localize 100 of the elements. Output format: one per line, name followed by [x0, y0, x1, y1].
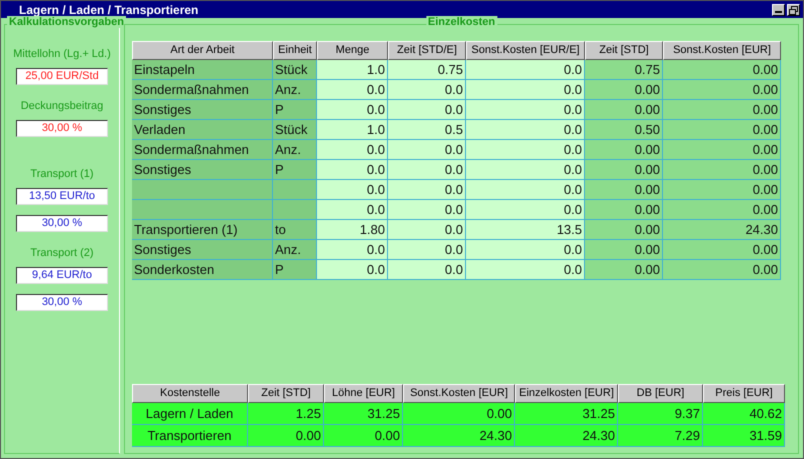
- table-cell: 0.00: [585, 200, 663, 220]
- table-cell: 0.5: [388, 120, 466, 140]
- table-cell: 7.29: [618, 425, 703, 447]
- window-title: Lagern / Laden / Transportieren: [19, 2, 198, 16]
- table-cell: 0.0: [466, 240, 585, 260]
- table-cell: Transportieren: [132, 425, 248, 447]
- input-field[interactable]: 13,50 EUR/to: [16, 188, 108, 205]
- table-cell: 0.00: [248, 425, 324, 447]
- table-cell: P: [273, 100, 317, 120]
- table-cell: 0.75: [585, 60, 663, 80]
- table-cell: 24.30: [663, 220, 781, 240]
- table-cell: 0.0: [466, 200, 585, 220]
- input-field[interactable]: 30,00 %: [16, 294, 108, 311]
- table-cell: 0.0: [388, 80, 466, 100]
- input-field[interactable]: 30,00 %: [16, 120, 108, 137]
- table-cell: 0.0: [388, 160, 466, 180]
- table-cell: Stück: [273, 120, 317, 140]
- table-cell: 24.30: [403, 425, 515, 447]
- table-cell: Sondermaßnahmen: [132, 140, 273, 160]
- table-cell: 24.30: [515, 425, 618, 447]
- column-header[interactable]: Zeit [STD/E]: [388, 41, 466, 60]
- table-cell: 0.00: [585, 80, 663, 100]
- table-cell: 0.0: [388, 260, 466, 280]
- table-cell: [273, 180, 317, 200]
- field-label: Mittellohn (Lg.+ Ld.): [13, 48, 111, 60]
- column-header[interactable]: Sonst.Kosten [EUR/E]: [466, 41, 585, 60]
- minimize-button[interactable]: [772, 4, 785, 16]
- table-cell: Sonstiges: [132, 240, 273, 260]
- column-header[interactable]: DB [EUR]: [618, 384, 703, 403]
- column-header[interactable]: Einzelkosten [EUR]: [515, 384, 618, 403]
- table-cell: 0.00: [663, 60, 781, 80]
- panel-title: Kalkulationsvorgaben: [7, 16, 126, 28]
- column-header[interactable]: Preis [EUR]: [703, 384, 785, 403]
- table-cell: 0.0: [388, 100, 466, 120]
- restore-icon: [789, 6, 798, 14]
- table-cell: 0.00: [663, 80, 781, 100]
- column-header[interactable]: Zeit [STD]: [248, 384, 324, 403]
- table-cell: 0.00: [585, 100, 663, 120]
- column-header[interactable]: Menge: [317, 41, 388, 60]
- panel-title: Einzelkosten: [426, 16, 498, 28]
- table-cell: 0.00: [663, 260, 781, 280]
- table-cell: Anz.: [273, 240, 317, 260]
- column-header[interactable]: Löhne [EUR]: [324, 384, 403, 403]
- table-cell: 0.00: [585, 160, 663, 180]
- minimize-icon: [775, 10, 782, 12]
- table-cell: 0.0: [466, 160, 585, 180]
- table-cell: 0.0: [317, 160, 388, 180]
- table-cell: 0.75: [388, 60, 466, 80]
- table-cell: 9.37: [618, 403, 703, 425]
- table-cell: Einstapeln: [132, 60, 273, 80]
- table-cell: 0.00: [403, 403, 515, 425]
- table-cell: 0.0: [388, 220, 466, 240]
- column-header[interactable]: Sonst.Kosten [EUR]: [403, 384, 515, 403]
- table-cell: 0.0: [466, 260, 585, 280]
- table-cell: 0.00: [663, 160, 781, 180]
- table-cell: 0.00: [663, 180, 781, 200]
- table-cell: 31.59: [703, 425, 785, 447]
- table-cell: 1.0: [317, 60, 388, 80]
- table-cell: 0.0: [317, 240, 388, 260]
- column-header[interactable]: Einheit: [273, 41, 317, 60]
- input-field[interactable]: 9,64 EUR/to: [16, 267, 108, 284]
- table-cell: Sonstiges: [132, 100, 273, 120]
- column-header[interactable]: Art der Arbeit: [132, 41, 273, 60]
- column-header[interactable]: Zeit [STD]: [585, 41, 663, 60]
- table-cell: 0.00: [663, 240, 781, 260]
- table-cell: 13.5: [466, 220, 585, 240]
- table-cell: 0.0: [388, 200, 466, 220]
- table-cell: Sondermaßnahmen: [132, 80, 273, 100]
- table-cell: 0.0: [466, 80, 585, 100]
- table-cell: 0.00: [663, 100, 781, 120]
- table-cell: 1.0: [317, 120, 388, 140]
- table-cell: 0.0: [466, 120, 585, 140]
- table-cell: 0.00: [585, 180, 663, 200]
- table-cell: 0.0: [466, 180, 585, 200]
- table-cell: 1.80: [317, 220, 388, 240]
- input-field[interactable]: 25,00 EUR/Std: [16, 68, 108, 85]
- table-cell: 0.0: [388, 180, 466, 200]
- column-header[interactable]: Sonst.Kosten [EUR]: [663, 41, 781, 60]
- table-cell: to: [273, 220, 317, 240]
- table-cell: Sonstiges: [132, 160, 273, 180]
- table-cell: Lagern / Laden: [132, 403, 248, 425]
- table-cell: P: [273, 260, 317, 280]
- table-cell: Verladen: [132, 120, 273, 140]
- table-cell: 0.0: [388, 240, 466, 260]
- table-cell: 0.0: [388, 140, 466, 160]
- table-cell: 31.25: [324, 403, 403, 425]
- field-label: Transport (1): [30, 168, 94, 180]
- table-cell: 0.0: [466, 60, 585, 80]
- table-cell: 0.00: [663, 140, 781, 160]
- table-cell: 0.0: [317, 180, 388, 200]
- table-cell: 0.50: [585, 120, 663, 140]
- restore-button[interactable]: [787, 4, 800, 16]
- table-cell: 0.00: [585, 240, 663, 260]
- table-cell: 0.00: [663, 120, 781, 140]
- input-field[interactable]: 30,00 %: [16, 215, 108, 232]
- table-cell: 0.0: [466, 140, 585, 160]
- table-cell: 0.00: [585, 220, 663, 240]
- column-header[interactable]: Kostenstelle: [132, 384, 248, 403]
- table-cell: 0.00: [324, 425, 403, 447]
- table-cell: Transportieren (1): [132, 220, 273, 240]
